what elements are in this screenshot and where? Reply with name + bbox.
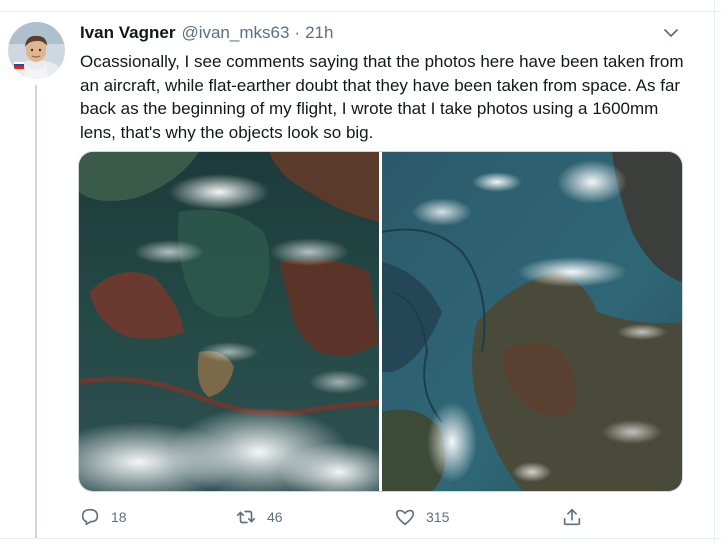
reply-action[interactable]: 18 [79, 504, 127, 530]
share-icon [563, 508, 581, 526]
earth-photo-left [79, 152, 379, 491]
thread-line [35, 85, 37, 538]
tweet-media [79, 152, 682, 491]
frame-top-divider [0, 0, 721, 12]
frame-right-divider [714, 0, 715, 543]
more-menu-button[interactable] [662, 24, 680, 42]
author-name[interactable]: Ivan Vagner [80, 23, 175, 43]
media-photo-right[interactable] [382, 152, 682, 491]
like-action[interactable]: 315 [394, 504, 449, 530]
retweet-icon [236, 510, 256, 524]
tweet-text: Ocassionally, I see comments saying that… [80, 52, 684, 142]
chevron-down-icon [664, 29, 678, 37]
astronaut-avatar-icon [8, 22, 65, 79]
earth-photo-right [382, 152, 682, 491]
frame-bottom-divider [0, 538, 721, 544]
heart-icon [395, 509, 415, 526]
media-photo-left[interactable] [79, 152, 379, 491]
reply-icon [81, 508, 99, 526]
avatar[interactable] [8, 22, 65, 79]
retweet-action[interactable]: 46 [235, 504, 283, 530]
tweet-time[interactable]: 21h [305, 23, 333, 43]
tweet-header: Ivan Vagner @ivan_mks63 · 21h [80, 23, 333, 47]
author-handle[interactable]: @ivan_mks63 [181, 23, 289, 43]
separator-dot: · [294, 23, 301, 42]
share-action[interactable] [561, 504, 583, 530]
retweet-count: 46 [267, 509, 283, 525]
reply-count: 18 [111, 509, 127, 525]
like-count: 315 [426, 509, 450, 525]
